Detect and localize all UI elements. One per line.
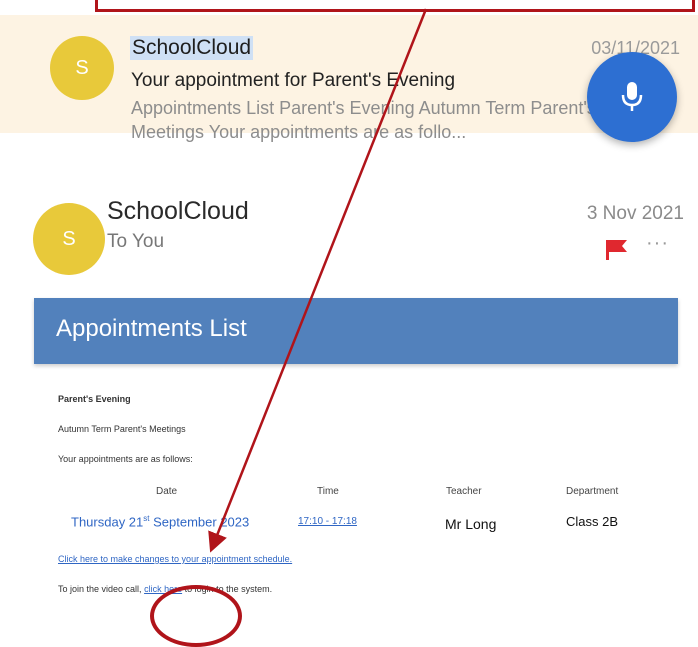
header-date: Date [156,486,178,497]
annotation-circle [150,585,242,647]
annotation-frame [95,0,695,12]
appointment-date[interactable]: Thursday 21st September 2023 [71,514,249,529]
date-prefix: Thursday 21 [71,514,144,530]
header-teacher: Teacher [446,486,482,497]
avatar-letter: S [75,56,89,79]
schedule-change-link[interactable]: Click here to make changes to your appoi… [58,554,292,564]
more-horizontal-icon[interactable]: ··· [646,232,669,255]
flag-icon[interactable] [605,237,629,261]
avatar-letter: S [62,227,76,250]
intro-line: Your appointments are as follows: [58,454,193,464]
email-sender-name: SchoolCloud [107,197,249,225]
header-time: Time [317,486,339,497]
appointment-time[interactable]: 17:10 - 17:18 [298,516,357,527]
inbox-subject: Your appointment for Parent's Evening [131,70,456,91]
sender-avatar: S [50,36,114,100]
term-line: Autumn Term Parent's Meetings [58,424,186,434]
appointments-banner: Appointments List [34,298,678,364]
email-sender-avatar: S [33,203,105,275]
microphone-icon [621,82,643,111]
header-department: Department [566,486,619,497]
email-recipient: To You [107,231,165,252]
date-suffix: September 2023 [149,514,250,530]
video-prefix: To join the video call, [58,584,142,594]
appointment-teacher: Mr Long [445,516,497,532]
inbox-sender-name: SchoolCloud [130,36,254,60]
event-title: Parent's Evening [58,394,131,404]
email-date: 3 Nov 2021 [586,203,684,224]
microphone-button[interactable] [587,52,677,142]
appointment-department: Class 2B [566,514,619,529]
banner-title: Appointments List [56,315,247,342]
